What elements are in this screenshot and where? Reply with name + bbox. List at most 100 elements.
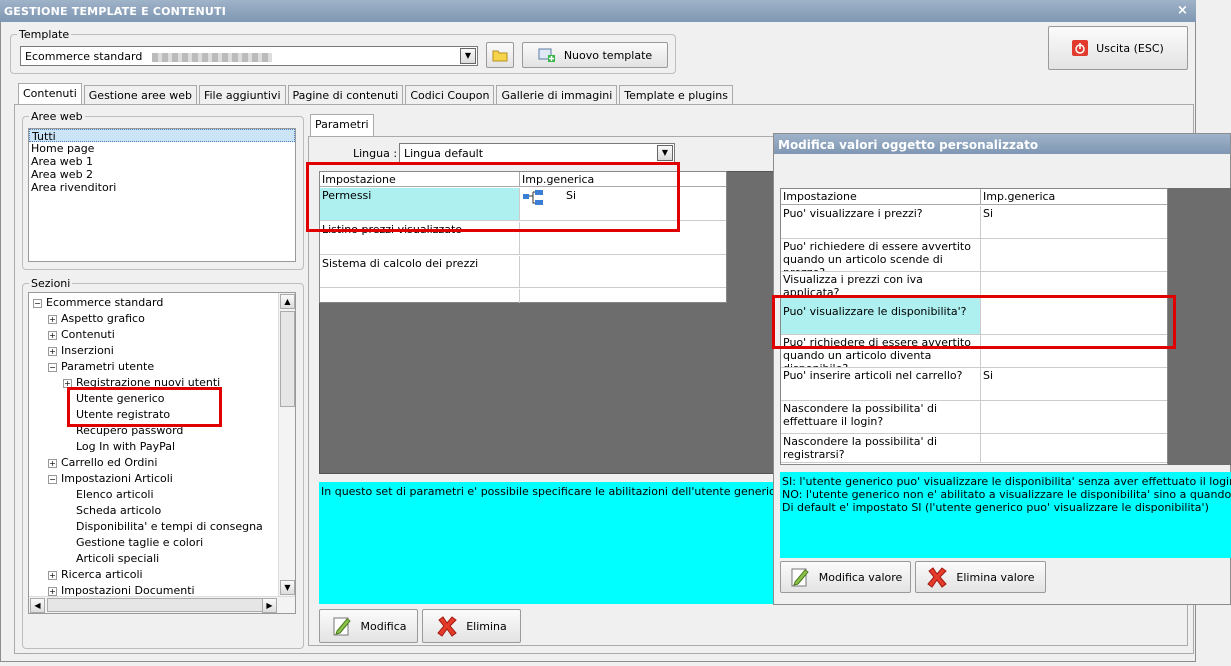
expand-icon[interactable]: + (48, 346, 57, 356)
expand-icon[interactable]: + (48, 586, 57, 596)
tree-item[interactable]: − Impostazioni Articoli (48, 471, 173, 487)
template-selected: Ecommerce standard (25, 50, 143, 63)
tab-parametri[interactable]: Parametri (310, 114, 374, 136)
modifica-valore-label: Modifica valore (818, 570, 903, 584)
info-line: Di default e' impostato SI (l'utente gen… (782, 501, 1209, 514)
tree-item[interactable]: + Ricerca articoli (48, 567, 143, 583)
tab-file-aggiuntivi[interactable]: File aggiuntivi (198, 85, 286, 105)
tree-item-label: Impostazioni Articoli (61, 472, 173, 485)
collapse-icon[interactable]: − (33, 298, 42, 308)
list-item[interactable]: Area web 1 (29, 155, 295, 168)
sezioni-tree: − Ecommerce standard + Aspetto grafico + Cont… (28, 292, 296, 614)
lingua-select[interactable]: Lingua default ▼ (399, 143, 675, 163)
chevron-down-icon[interactable]: ▼ (657, 145, 673, 161)
list-item[interactable]: Tutti (29, 129, 295, 143)
highlight-disponibilita (772, 295, 1176, 349)
modifica-button[interactable]: Modifica (319, 609, 418, 643)
dialog-row-name[interactable]: Visualizza i prezzi con iva applicata? (781, 272, 981, 297)
scroll-up-icon[interactable]: ▲ (280, 294, 295, 309)
new-template-button[interactable]: Nuovo template (522, 42, 668, 68)
window-title: GESTIONE TEMPLATE E CONTENUTI (4, 5, 227, 18)
close-icon[interactable]: × (1175, 3, 1190, 18)
collapse-icon[interactable]: − (48, 362, 57, 372)
dialog-row-value[interactable] (981, 272, 1167, 297)
row-value[interactable] (520, 256, 726, 288)
tree-item[interactable]: + Contenuti (48, 327, 115, 343)
scroll-thumb[interactable] (280, 311, 295, 407)
expand-icon[interactable]: + (48, 330, 57, 340)
dialog-row-value[interactable]: Si (981, 206, 1167, 239)
tree-item[interactable]: Scheda articolo (63, 503, 161, 519)
dialog-row-value[interactable] (981, 434, 1167, 463)
tab-template-plugins[interactable]: Template e plugins (619, 85, 734, 105)
info-line: NO: l'utente generico non e' abilitato a… (782, 488, 1231, 501)
tree-item[interactable]: Gestione taglie e colori (63, 535, 203, 551)
collapse-icon[interactable]: − (48, 474, 57, 484)
scroll-right-icon[interactable]: ▶ (262, 598, 277, 613)
scroll-down-icon[interactable]: ▼ (280, 580, 295, 595)
expand-icon[interactable]: + (48, 570, 57, 580)
row-name[interactable]: Sistema di calcolo dei prezzi (320, 256, 520, 288)
parametri-description: In questo set di parametri e' possibile … (319, 482, 779, 604)
expand-icon[interactable]: + (48, 458, 57, 468)
dialog-row-value[interactable]: Si (981, 368, 1167, 401)
delete-icon (927, 567, 948, 588)
list-item[interactable]: Area rivenditori (29, 181, 295, 194)
dialog-row-name[interactable]: Nascondere la possibilita' di effettuare… (781, 401, 981, 434)
dialog-row-value[interactable] (981, 401, 1167, 434)
tree-vscrollbar[interactable]: ▲ ▼ (278, 293, 295, 597)
tree-item[interactable]: − Parametri utente (48, 359, 154, 375)
expand-icon[interactable]: + (48, 314, 57, 324)
tree-item[interactable]: + Carrello ed Ordini (48, 455, 157, 471)
row-empty (320, 289, 520, 303)
tab-contenuti[interactable]: Contenuti (18, 83, 82, 105)
tree-item-label: Log In with PayPal (76, 440, 176, 453)
tree-item-label: Aspetto grafico (61, 312, 145, 325)
dialog-info: SI: l'utente generico puo' visualizzare … (780, 472, 1231, 558)
list-item[interactable]: Area web 2 (29, 168, 295, 181)
tree-item[interactable]: Elenco articoli (63, 487, 154, 503)
col-header-imp-generica: Imp.generica (981, 189, 1167, 205)
dialog-title: Modifica valori oggetto personalizzato (774, 134, 1230, 154)
template-select[interactable]: Ecommerce standard ▼ (20, 46, 478, 66)
list-item[interactable]: Home page (29, 142, 295, 155)
tree-item[interactable]: + Aspetto grafico (48, 311, 145, 327)
tree-item[interactable]: − Ecommerce standard (33, 295, 163, 311)
dialog-row-value[interactable] (981, 239, 1167, 272)
scroll-left-icon[interactable]: ◀ (30, 598, 45, 613)
exit-button[interactable]: Uscita (ESC) (1048, 26, 1188, 70)
folder-icon (492, 50, 508, 62)
elimina-button[interactable]: Elimina (422, 609, 521, 643)
tab-gestione-aree-web[interactable]: Gestione aree web (83, 85, 197, 105)
delete-icon (437, 616, 457, 637)
lingua-label: Lingua : (353, 147, 398, 160)
blurred-text (151, 52, 272, 62)
open-folder-button[interactable] (486, 42, 514, 68)
dialog-row-name[interactable]: Puo' visualizzare i prezzi? (781, 206, 981, 239)
tree-item[interactable]: Disponibilita' e tempi di consegna (63, 519, 263, 535)
aree-web-legend: Aree web (29, 110, 85, 123)
power-icon (1072, 40, 1089, 56)
tab-gallerie-immagini[interactable]: Gallerie di immagini (496, 85, 618, 105)
modifica-label: Modifica (360, 619, 407, 633)
dialog-row-name[interactable]: Nascondere la possibilita' di registrars… (781, 434, 981, 463)
tree-item-label: Articoli speciali (76, 552, 160, 565)
highlight-permessi (306, 162, 680, 232)
chevron-down-icon[interactable]: ▼ (460, 48, 476, 64)
tab-pagine-contenuti[interactable]: Pagine di contenuti (287, 85, 404, 105)
tree-item-label: Disponibilita' e tempi di consegna (76, 520, 263, 533)
dialog-row-name[interactable]: Puo' inserire articoli nel carrello? (781, 368, 981, 401)
tab-codici-coupon[interactable]: Codici Coupon (405, 85, 495, 105)
tree-hscrollbar[interactable]: ◀ ▶ (29, 596, 295, 613)
tree-item[interactable]: Articoli speciali (63, 551, 159, 567)
tree-item[interactable]: Log In with PayPal (63, 439, 175, 455)
tree-item[interactable]: + Inserzioni (48, 343, 114, 359)
elimina-valore-button[interactable]: Elimina valore (915, 561, 1046, 593)
exit-label: Uscita (ESC) (1096, 41, 1164, 55)
col-header-impostazione: Impostazione (781, 189, 981, 205)
edit-icon (333, 617, 351, 636)
dialog-row-name[interactable]: Puo' richiedere di essere avvertito quan… (781, 239, 981, 272)
hscroll-thumb[interactable] (47, 598, 275, 612)
tree-item-label: Parametri utente (61, 360, 155, 373)
modifica-valore-button[interactable]: Modifica valore (780, 561, 911, 593)
